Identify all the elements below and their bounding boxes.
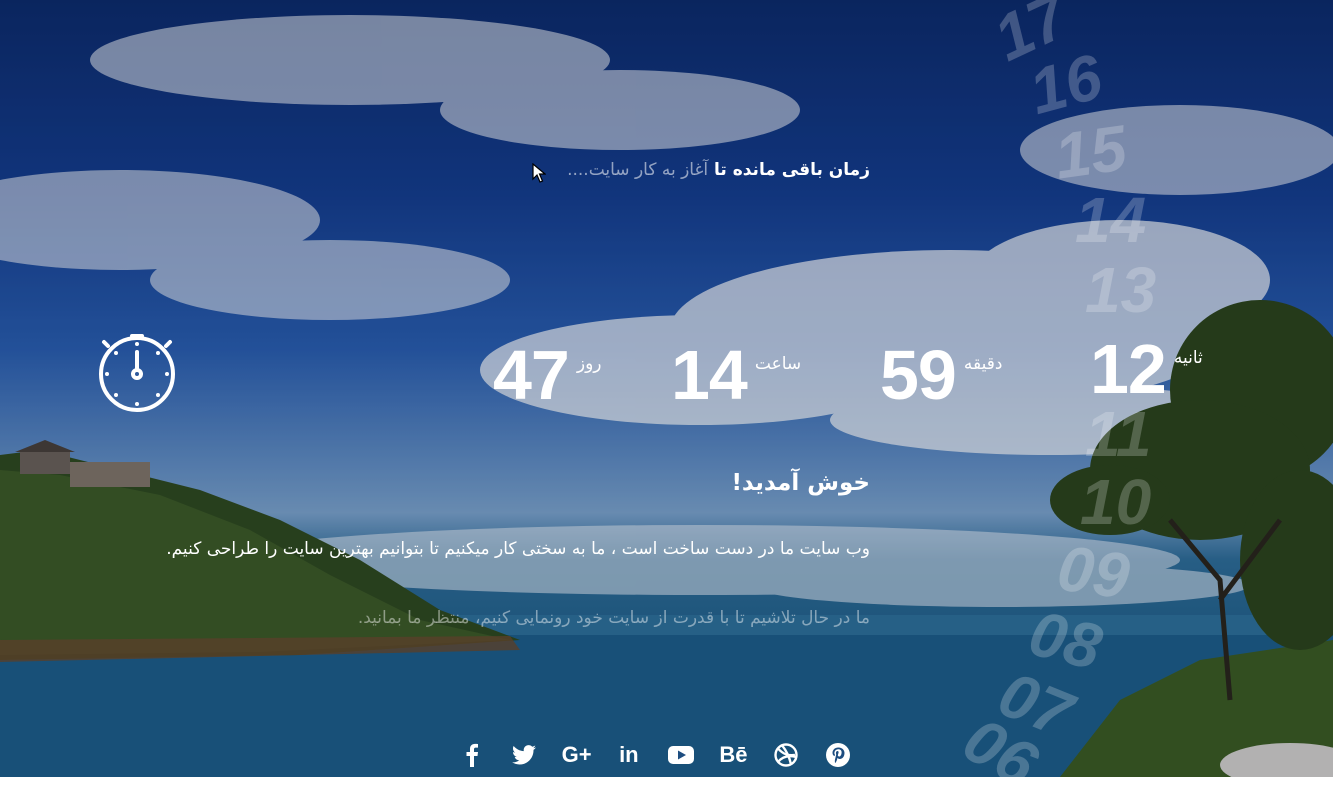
minutes-value: 59	[880, 336, 957, 414]
seconds-value: 12	[1090, 330, 1167, 408]
days-label: روز	[576, 354, 602, 374]
pinterest-icon[interactable]	[821, 741, 855, 769]
days-value: 47	[493, 336, 570, 414]
headline-main: زمان باقی مانده تا	[714, 160, 870, 180]
linkedin-icon[interactable]: in	[612, 741, 646, 769]
twitter-icon[interactable]	[507, 741, 541, 769]
dribbble-icon[interactable]	[769, 741, 803, 769]
countdown-seconds: 12 ثانیه	[1090, 334, 1203, 404]
hours-value: 14	[671, 336, 748, 414]
youtube-icon[interactable]	[664, 741, 698, 769]
welcome-title: خوش آمدید!	[731, 470, 870, 496]
headline-muted: آغاز به کار سایت....	[567, 160, 709, 180]
countdown-minutes: 59 دقیقه	[880, 340, 1002, 410]
rolling-number: 14	[1075, 184, 1147, 256]
rolling-number: 13	[1085, 254, 1157, 326]
hours-label: ساعت	[754, 354, 802, 374]
facebook-icon[interactable]	[455, 741, 489, 769]
stopwatch-icon	[99, 334, 175, 412]
behance-icon[interactable]: Bē	[716, 741, 750, 769]
rolling-number: 10	[1080, 466, 1152, 538]
countdown-hours: 14 ساعت	[671, 340, 801, 410]
rolling-number: 15	[1050, 111, 1131, 193]
minutes-label: دقیقه	[963, 354, 1003, 374]
welcome-subtitle: ما در حال تلاشیم تا با قدرت از سایت خود …	[357, 608, 870, 628]
seconds-label: ثانیه	[1173, 348, 1203, 368]
welcome-description: وب سایت ما در دست ساخت است ، ما به سختی …	[166, 539, 870, 559]
google-plus-icon[interactable]: G+	[560, 741, 594, 769]
countdown-headline: زمان باقی مانده تا آغاز به کار سایت....	[430, 160, 870, 180]
mouse-cursor-icon	[532, 163, 546, 183]
rolling-number: 11	[1085, 398, 1152, 470]
countdown-days: 47 روز	[493, 340, 602, 410]
social-links: G+ in Bē	[455, 740, 855, 770]
rolling-number: 09	[1053, 531, 1134, 613]
